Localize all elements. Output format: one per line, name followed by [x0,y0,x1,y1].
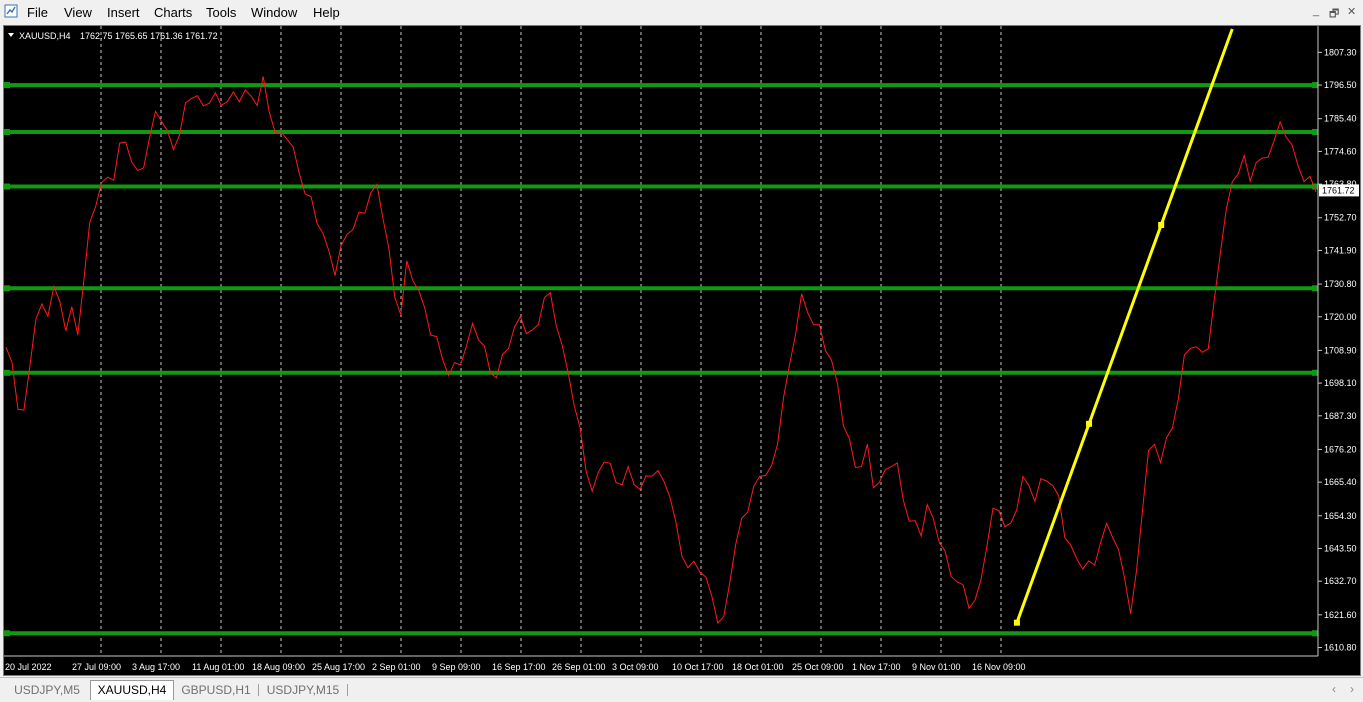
y-tick-label: 1752.70 [1324,213,1357,223]
menu-charts[interactable]: Charts [154,5,192,20]
trend-handle [1086,420,1093,427]
tab-usdjpy-m5[interactable]: USDJPY,M5 [4,681,90,699]
y-tick-label: 1796.50 [1324,80,1357,90]
price-axis: 1807.301796.501785.401774.601763.801752.… [1317,26,1359,656]
y-tick-label: 1610.80 [1324,643,1357,653]
menu-file[interactable]: File [27,5,48,20]
x-tick-label: 26 Sep 01:00 [552,662,606,672]
level-anchor [1312,129,1318,136]
y-tick-label: 1665.40 [1324,477,1357,487]
grid [100,26,1002,656]
x-tick-label: 3 Aug 17:00 [132,662,180,672]
x-tick-label: 11 Aug 01:00 [192,662,244,672]
menu-insert[interactable]: Insert [107,5,140,20]
x-tick-label: 16 Sep 17:00 [492,662,546,672]
trend-line[interactable] [1015,28,1234,624]
level-anchor [4,129,10,136]
tab-usdjpy-m15[interactable]: USDJPY,M15 [259,681,347,699]
trend-handle [1158,221,1165,228]
y-tick-label: 1741.90 [1324,245,1357,255]
y-tick-label: 1698.10 [1324,378,1357,388]
menu-view[interactable]: View [64,5,92,20]
x-tick-label: 16 Nov 09:00 [972,662,1026,672]
horizontal-lines[interactable] [4,82,1318,637]
y-tick-label: 1720.00 [1324,312,1357,322]
menu-tools[interactable]: Tools [206,5,236,20]
y-tick-label: 1654.30 [1324,511,1357,521]
y-tick-label: 1643.50 [1324,543,1357,553]
level-anchor [1312,82,1318,89]
current-price-label: 1761.72 [1322,185,1355,195]
x-tick-label: 27 Jul 09:00 [72,662,121,672]
x-tick-label: 20 Jul 2022 [5,662,52,672]
y-tick-label: 1621.60 [1324,610,1357,620]
trend-line-group[interactable] [1013,28,1234,626]
time-axis: 20 Jul 2022 27 Jul 09:00 3 Aug 17:00 11 Aug… [4,655,1318,672]
menu-window[interactable]: Window [251,5,297,20]
price-line [5,76,1317,625]
level-anchor [4,285,10,292]
level-anchor [4,82,10,89]
price-series [5,76,1317,625]
chart-ohlc: 1762.75 1765.65 1761.36 1761.72 [80,31,218,41]
menu-help[interactable]: Help [313,5,340,20]
close-button[interactable]: ✕ [1347,5,1356,18]
tab-gbpusd-h1[interactable]: GBPUSD,H1 [175,681,257,699]
y-tick-label: 1730.80 [1324,279,1357,289]
price-chart[interactable]: 1807.301796.501785.401774.601763.801752.… [4,26,1360,675]
x-tick-label: 1 Nov 17:00 [852,662,901,672]
x-tick-label: 25 Aug 17:00 [312,662,365,672]
restore-button[interactable]: 🗗 [1329,5,1339,24]
level-anchor [1312,630,1318,637]
x-tick-label: 18 Aug 09:00 [252,662,305,672]
x-tick-label: 3 Oct 09:00 [612,662,659,672]
x-tick-label: 2 Sep 01:00 [372,662,421,672]
y-tick-label: 1687.30 [1324,411,1357,421]
chart-header: XAUUSD,H4 1762.75 1765.65 1761.36 1761.7… [8,31,218,41]
level-anchor [1312,285,1318,292]
level-anchor [4,183,10,190]
y-tick-label: 1708.90 [1324,345,1357,355]
chart-tabs: USDJPY,M5 XAUUSD,H4 GBPUSD,H1 USDJPY,M15… [0,677,1363,702]
chart-symbol: XAUUSD,H4 [19,31,71,41]
y-tick-label: 1774.60 [1324,146,1357,156]
menu-bar: File View Insert Charts Tools Window Hel… [0,0,1363,24]
x-tick-label: 25 Oct 09:00 [792,662,844,672]
tab-scroll-left-icon[interactable]: ‹ [1332,682,1336,696]
x-tick-label: 9 Nov 01:00 [912,662,961,672]
minimize-button[interactable]: _ [1313,5,1319,17]
y-tick-label: 1785.40 [1324,114,1357,124]
x-tick-label: 9 Sep 09:00 [432,662,481,672]
app-icon [4,4,18,18]
level-anchor [4,369,10,376]
y-tick-label: 1632.70 [1324,576,1357,586]
y-tick-label: 1676.20 [1324,444,1357,454]
trend-handle [1013,619,1020,626]
x-tick-label: 18 Oct 01:00 [732,662,784,672]
dropdown-triangle-icon[interactable] [8,33,14,37]
chart-window[interactable]: 1807.30 1796.50 1785.40 1774.60 1763.80 1752.… [3,25,1361,676]
tab-separator [347,684,348,696]
y-tick-label: 1807.30 [1324,47,1357,57]
tab-xauusd-h4[interactable]: XAUUSD,H4 [90,680,174,700]
level-anchor [4,630,10,637]
tab-scroll-right-icon[interactable]: › [1350,682,1354,696]
x-tick-label: 10 Oct 17:00 [672,662,724,672]
level-anchor [1312,369,1318,376]
